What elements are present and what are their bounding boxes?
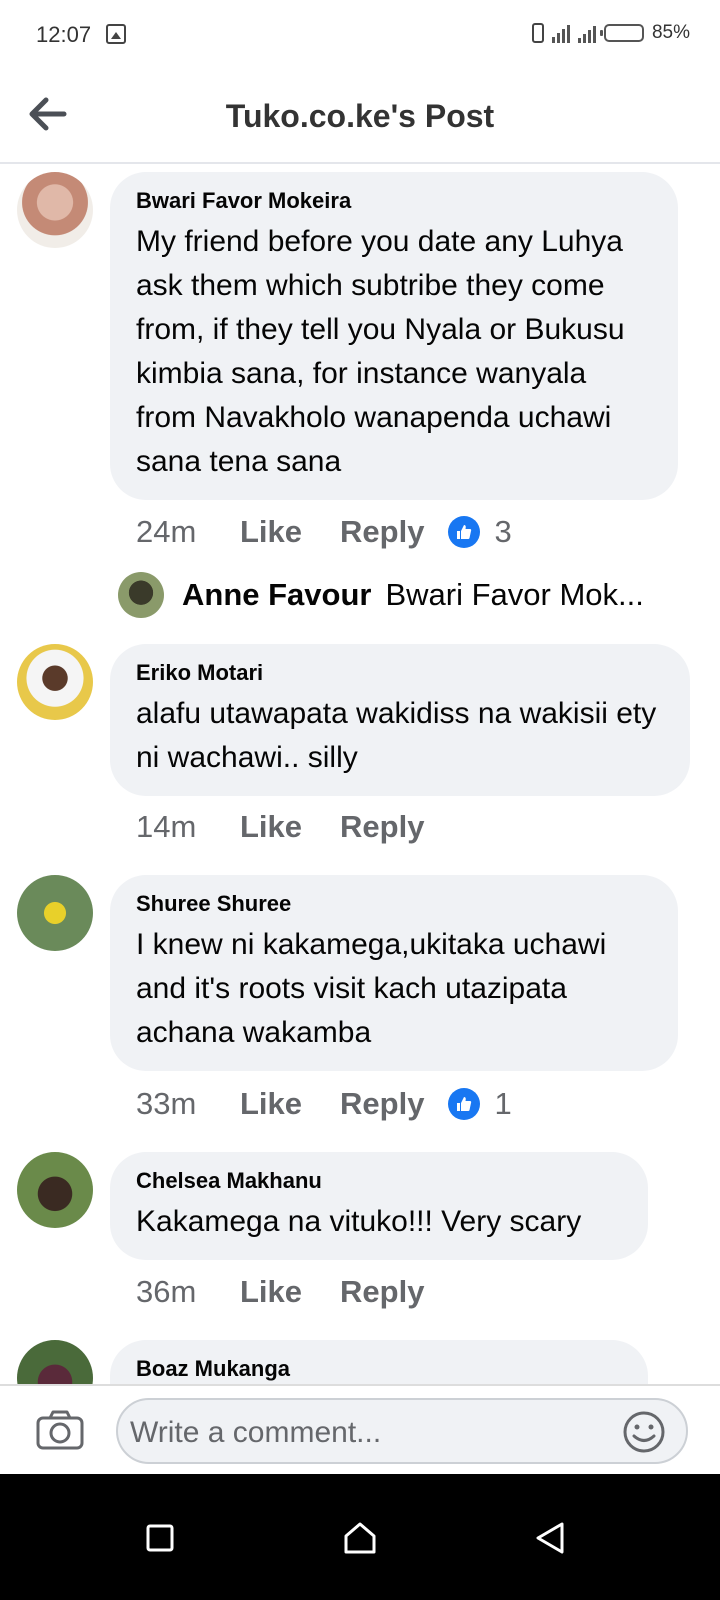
comments-feed[interactable]: Bwari Favor Mokeira My friend before you… <box>0 164 720 1384</box>
like-button[interactable]: Like <box>240 514 302 550</box>
vibrate-icon <box>531 23 544 43</box>
avatar[interactable] <box>17 1152 93 1228</box>
comment-time: 24m <box>136 514 197 549</box>
commenter-name[interactable]: Eriko Motari <box>136 660 664 686</box>
comment-actions: 24m Like Reply 3 <box>136 514 512 550</box>
reaction-number: 3 <box>494 514 512 549</box>
system-nav-bar <box>0 1474 720 1600</box>
comment-text: My friend before you date any Luhya ask … <box>136 225 625 478</box>
reply-button[interactable]: Reply <box>340 1274 424 1310</box>
reply-preview[interactable]: Anne Favour Bwari Favor Mok... <box>118 572 678 618</box>
comment-actions: 36m Like Reply <box>136 1274 448 1310</box>
reply-button[interactable]: Reply <box>340 1086 424 1122</box>
back-nav-icon[interactable] <box>530 1518 570 1558</box>
comment-bubble[interactable]: Shuree Shuree I knew ni kakamega,ukitaka… <box>110 875 678 1071</box>
camera-icon[interactable] <box>36 1410 84 1450</box>
comment-composer: Write a comment... <box>0 1384 720 1474</box>
reply-author: Anne Favour <box>182 577 372 612</box>
commenter-name[interactable]: Bwari Favor Mokeira <box>136 188 652 214</box>
comment-time: 14m <box>136 809 197 844</box>
comment-bubble[interactable]: Chelsea Makhanu Kakamega na vituko!!! Ve… <box>110 1152 648 1260</box>
comment-text: alafu utawapata wakidiss na wakisii ety … <box>136 697 657 774</box>
comment-input[interactable]: Write a comment... <box>116 1398 688 1464</box>
avatar[interactable] <box>17 875 93 951</box>
recent-apps-icon[interactable] <box>140 1518 180 1558</box>
signal-icon-2 <box>577 23 596 43</box>
commenter-name[interactable]: Boaz Mukanga <box>136 1356 622 1382</box>
reply-button[interactable]: Reply <box>340 514 424 550</box>
reaction-number: 1 <box>494 1086 512 1121</box>
comment-bubble[interactable]: Bwari Favor Mokeira My friend before you… <box>110 172 678 500</box>
avatar[interactable] <box>17 1340 93 1384</box>
comment-placeholder: Write a comment... <box>130 1416 382 1449</box>
comment-bubble[interactable]: Boaz Mukanga <box>110 1340 648 1384</box>
avatar[interactable] <box>17 644 93 720</box>
status-icons: 85% <box>531 22 690 44</box>
reaction-count[interactable]: 3 <box>448 514 512 550</box>
gallery-notification-icon <box>106 24 126 44</box>
comment-time: 36m <box>136 1274 197 1309</box>
comment-time: 33m <box>136 1086 197 1121</box>
signal-icon <box>551 23 570 43</box>
comment-actions: 33m Like Reply 1 <box>136 1086 512 1122</box>
reply-avatar <box>118 572 164 618</box>
reaction-count[interactable]: 1 <box>448 1086 512 1122</box>
commenter-name[interactable]: Shuree Shuree <box>136 891 652 917</box>
home-icon[interactable] <box>340 1518 380 1558</box>
battery-percent: 85% <box>651 22 690 43</box>
emoji-icon[interactable] <box>622 1410 666 1454</box>
battery-icon <box>599 24 644 42</box>
reply-button[interactable]: Reply <box>340 809 424 845</box>
like-button[interactable]: Like <box>240 1274 302 1310</box>
status-time: 12:07 <box>36 22 92 47</box>
commenter-name[interactable]: Chelsea Makhanu <box>136 1168 622 1194</box>
avatar[interactable] <box>17 172 93 248</box>
thumbs-up-icon <box>448 516 481 548</box>
post-header: Tuko.co.ke's Post <box>0 72 720 164</box>
like-button[interactable]: Like <box>240 1086 302 1122</box>
thumbs-up-icon <box>448 1088 481 1120</box>
comment-text: Kakamega na vituko!!! Very scary <box>136 1205 582 1238</box>
comment-text: I knew ni kakamega,ukitaka uchawi and it… <box>136 928 607 1049</box>
like-button[interactable]: Like <box>240 809 302 845</box>
page-title: Tuko.co.ke's Post <box>225 98 495 134</box>
comment-actions: 14m Like Reply <box>136 809 448 845</box>
reply-snippet: Bwari Favor Mok... <box>385 577 644 612</box>
comment-bubble[interactable]: Eriko Motari alafu utawapata wakidiss na… <box>110 644 690 796</box>
status-bar: 12:07 85% <box>0 0 720 72</box>
